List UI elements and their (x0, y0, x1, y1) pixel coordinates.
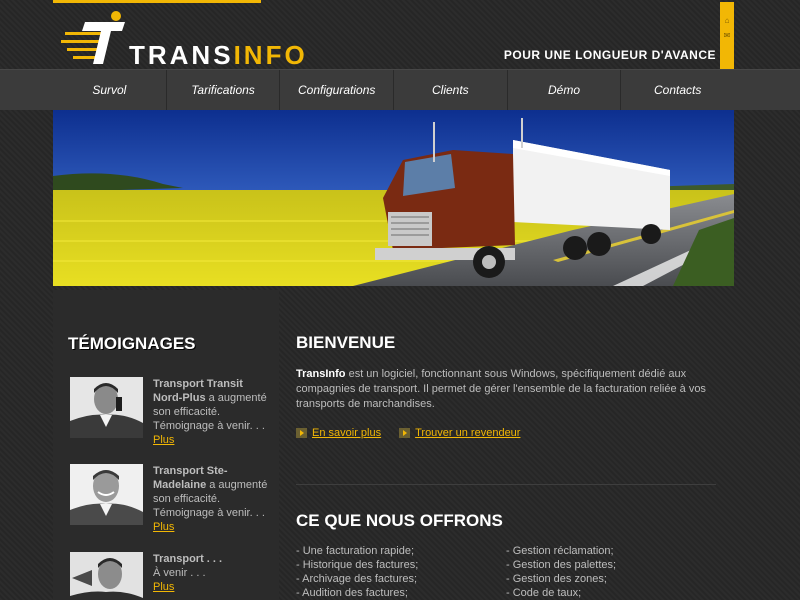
nav-item-contacts[interactable]: Contacts (621, 70, 734, 110)
learn-more-link[interactable]: En savoir plus (296, 427, 381, 439)
learn-more-label: En savoir plus (312, 427, 382, 439)
nav-item-tarifications[interactable]: Tarifications (167, 70, 281, 110)
home-icon[interactable]: ⌂ (720, 16, 734, 25)
section-divider (296, 484, 716, 485)
arrow-right-icon (296, 428, 307, 438)
welcome-intro: TransInfo est un logiciel, fonctionnant … (296, 367, 716, 412)
offer-item: - Historique des factures; (296, 559, 419, 571)
find-reseller-link[interactable]: Trouver un revendeur (399, 427, 520, 439)
offer-column-2: - Gestion réclamation; - Gestion des pal… (506, 544, 716, 600)
header-accent-bar (53, 0, 261, 3)
offer-item: - Une facturation rapide; (296, 545, 415, 557)
testimonial-more-link-2[interactable]: Plus (153, 521, 174, 533)
welcome-title: BIENVENUE (296, 333, 396, 352)
offer-item: - Audition des factures; (296, 587, 408, 599)
mail-icon[interactable]: ✉ (720, 31, 734, 40)
offer-item: - Gestion réclamation; (506, 545, 614, 557)
testimonial-body-3: À venir . . . (153, 567, 206, 579)
welcome-intro-text: est un logiciel, fonctionnant sous Windo… (296, 368, 706, 410)
offer-title: CE QUE NOUS OFFRONS (296, 511, 503, 530)
nav-item-demo[interactable]: Démo (508, 70, 622, 110)
arrow-right-icon (399, 428, 411, 438)
page-wrapper: TRANSINFO POUR UNE LONGUEUR D'AVANCE ⌂ ✉… (0, 0, 800, 600)
offer-item: - Gestion des zones; (506, 573, 607, 585)
hero-truck-image (53, 110, 734, 286)
testimonial-text-1: Transport Transit Nord-Plus a augmenté s… (153, 377, 273, 447)
header-tagline: POUR UNE LONGUEUR D'AVANCE (503, 48, 716, 62)
find-reseller-label: Trouver un revendeur (415, 427, 521, 439)
testimonials-title: TÉMOIGNAGES (68, 334, 196, 353)
testimonial-text-3: Transport . . . À venir . . . Plus (153, 552, 273, 594)
testimonial-photo-1[interactable] (70, 377, 143, 438)
welcome-links: En savoir plus Trouver un revendeur (296, 427, 520, 439)
testimonial-company-3: Transport . . . (153, 553, 223, 565)
logo-text: TRANSINFO (129, 40, 308, 71)
offer-list: - Une facturation rapide; - Historique d… (296, 544, 716, 600)
welcome-brand: TransInfo (296, 368, 346, 380)
logo-mark-icon (61, 11, 125, 64)
testimonial-photo-2[interactable] (70, 464, 143, 525)
main-navigation: Survol Tarifications Configurations Clie… (0, 69, 800, 110)
logo-text-trans: TRANS (129, 40, 234, 70)
nav-item-clients[interactable]: Clients (394, 70, 508, 110)
testimonial-more-link-3[interactable]: Plus (153, 581, 174, 593)
testimonial-more-link-1[interactable]: Plus (153, 434, 174, 446)
offer-column-1: - Une facturation rapide; - Historique d… (296, 544, 506, 600)
offer-item: - Gestion des palettes; (506, 559, 617, 571)
main-content: BIENVENUE TransInfo est un logiciel, fon… (296, 290, 716, 600)
offer-item: - Archivage des factures; (296, 573, 418, 585)
nav-item-survol[interactable]: Survol (53, 70, 167, 110)
testimonial-photo-3[interactable] (70, 552, 143, 600)
offer-item: - Code de taux; (506, 587, 582, 599)
site-logo[interactable]: TRANSINFO (59, 10, 319, 71)
testimonials-panel: TÉMOIGNAGES Transport Transit Nord-Plus … (53, 290, 279, 600)
nav-item-configurations[interactable]: Configurations (280, 70, 395, 110)
header-side-tab: ⌂ ✉ (720, 2, 734, 69)
logo-text-info: INFO (233, 40, 308, 70)
testimonial-text-2: Transport Ste-Madelaine a augmenté son e… (153, 464, 273, 534)
